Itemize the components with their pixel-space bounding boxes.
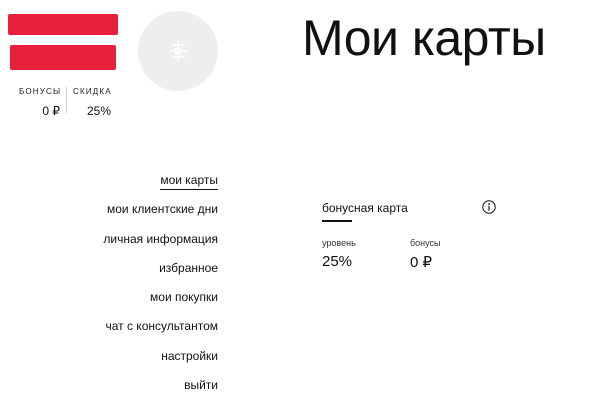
avatar[interactable] [138,11,218,91]
stat-divider [66,87,67,113]
card-bonus-label: бонусы [410,238,441,248]
redacted-name-bar [10,45,116,70]
menu-item-label: личная информация [103,231,218,246]
menu-item[interactable]: личная информация [103,231,218,260]
discount-stat-value: 25% [87,104,112,118]
menu-item-label: мои клиентские дни [106,202,218,217]
menu-item[interactable]: мои карты [103,172,218,201]
menu-item[interactable]: избранное [103,260,218,289]
menu-item[interactable]: мои покупки [103,289,218,318]
info-icon[interactable] [482,200,496,214]
bonus-stat-label: бонусы [19,87,62,96]
menu-item[interactable]: чат с консультантом [103,318,218,347]
menu-item-label: мои карты [160,172,218,190]
menu-item-label: чат с консультантом [105,319,218,334]
card-bonus-value: 0 ₽ [410,254,433,271]
menu-item-label: настройки [161,348,218,363]
menu-item-label: мои покупки [150,290,218,305]
person-placeholder-icon [169,41,187,61]
account-menu: мои карты мои клиентские дни личная информ… [103,172,218,406]
page-title: Мои карты [302,10,546,66]
menu-item[interactable]: настройки [103,348,218,377]
card-bonus-stat: бонусы 0 ₽ [410,238,441,271]
menu-item-label: избранное [159,260,218,275]
card-title: бонусная карта [322,201,408,215]
menu-item[interactable]: мои клиентские дни [103,201,218,230]
card-title-underline [322,220,352,222]
menu-item-label: выйти [184,378,218,393]
bonus-stat-value: 0 ₽ [42,104,60,118]
menu-item[interactable]: выйти [103,377,218,406]
card-level-label: уровень [322,238,356,248]
discount-stat-label: скидка [73,87,112,96]
card-level-value: 25% [322,253,353,270]
card-level-stat: уровень 25% [322,238,356,270]
profile-page: бонусы 0 ₽ скидка 25% Мои карты мои карт… [0,0,600,410]
redacted-name-bar [8,14,118,35]
